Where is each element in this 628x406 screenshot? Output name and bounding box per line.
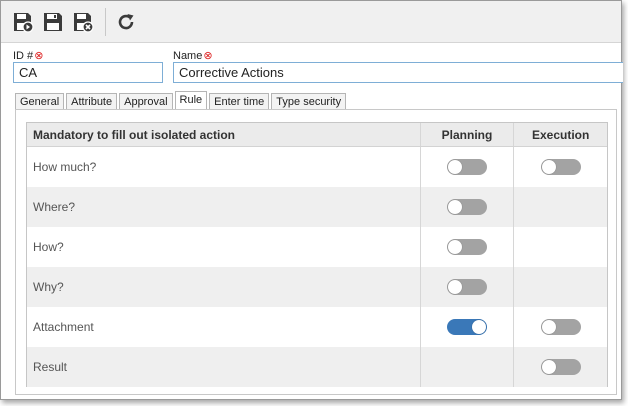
row-label-cell: Attachment: [27, 307, 420, 347]
planning-toggle[interactable]: [446, 319, 487, 335]
planning-toggle[interactable]: [446, 279, 487, 295]
execution-cell: [513, 147, 607, 187]
execution-cell: [513, 187, 607, 227]
name-label-text: Name: [173, 50, 203, 62]
save-close-button[interactable]: [69, 8, 97, 36]
tab-bar: General Attribute Approval Rule Enter ti…: [15, 91, 348, 111]
table-row: Where?: [27, 187, 607, 227]
rule-grid: Mandatory to fill out isolated action Pl…: [26, 122, 608, 387]
tab-rule[interactable]: Rule: [174, 91, 208, 111]
toggle-knob: [447, 160, 462, 174]
header-execution: Execution: [513, 123, 607, 146]
toolbar: [1, 1, 621, 43]
id-input-value: CA: [19, 65, 38, 80]
toggle-knob: [541, 160, 556, 174]
toggle-knob: [471, 320, 486, 334]
table-row: Result: [27, 347, 607, 387]
row-label-cell: How much?: [27, 147, 420, 187]
id-field-label: ID #⊗: [13, 49, 43, 62]
toggle-knob: [447, 280, 462, 294]
id-label-text: ID #: [13, 50, 34, 62]
save-close-icon: [74, 12, 94, 33]
row-label: How?: [33, 240, 64, 254]
refresh-icon: [118, 13, 134, 29]
planning-cell: [419, 307, 514, 347]
save-icon: [44, 12, 62, 31]
toggle-knob: [447, 200, 462, 214]
execution-cell: [513, 347, 607, 387]
row-label: Where?: [33, 200, 76, 214]
row-label-cell: Where?: [27, 187, 420, 227]
row-label: Attachment: [33, 320, 94, 334]
name-input-value: Corrective Actions: [179, 65, 284, 80]
execution-cell: [513, 227, 607, 267]
save-button[interactable]: [39, 8, 67, 36]
rule-panel: Mandatory to fill out isolated action Pl…: [15, 109, 617, 395]
toolbar-separator: [105, 7, 106, 36]
required-icon: ⊗: [203, 50, 213, 62]
save-new-button[interactable]: [9, 8, 37, 36]
name-input[interactable]: Corrective Actions: [173, 62, 623, 83]
planning-cell: [419, 267, 514, 307]
row-label-cell: How?: [27, 227, 420, 267]
toggle-knob: [447, 240, 462, 254]
table-row: How much?: [27, 147, 607, 187]
execution-cell: [513, 267, 607, 307]
header-fields: ID #⊗ CA Name⊗ Corrective Actions: [1, 43, 623, 89]
table-row: Attachment: [27, 307, 607, 347]
row-label-cell: Why?: [27, 267, 420, 307]
header-mandatory: Mandatory to fill out isolated action: [33, 127, 236, 142]
execution-toggle[interactable]: [540, 319, 581, 335]
planning-toggle[interactable]: [446, 239, 487, 255]
execution-toggle[interactable]: [540, 159, 581, 175]
save-new-icon: [14, 12, 34, 33]
toggle-knob: [541, 320, 556, 334]
planning-cell: [419, 347, 514, 387]
table-row: Why?: [27, 267, 607, 307]
execution-toggle[interactable]: [540, 359, 581, 375]
row-label: Why?: [33, 280, 64, 294]
toggle-knob: [541, 360, 556, 374]
required-icon: ⊗: [34, 50, 44, 62]
id-input[interactable]: CA: [13, 62, 163, 83]
row-label: How much?: [33, 160, 97, 174]
name-field-label: Name⊗: [173, 49, 213, 62]
planning-cell: [419, 187, 514, 227]
execution-cell: [513, 307, 607, 347]
grid-body: How much? Where? How? Why? Attachment Result: [27, 147, 607, 387]
row-label: Result: [33, 360, 68, 374]
refresh-button[interactable]: [112, 8, 140, 36]
planning-cell: [419, 227, 514, 267]
table-row: How?: [27, 227, 607, 267]
form-window: ID #⊗ CA Name⊗ Corrective Actions Genera…: [0, 0, 623, 400]
planning-toggle[interactable]: [446, 159, 487, 175]
grid-header: Mandatory to fill out isolated action Pl…: [27, 123, 607, 147]
row-label-cell: Result: [27, 347, 420, 387]
planning-toggle[interactable]: [446, 199, 487, 215]
planning-cell: [419, 147, 514, 187]
header-planning: Planning: [419, 123, 514, 146]
